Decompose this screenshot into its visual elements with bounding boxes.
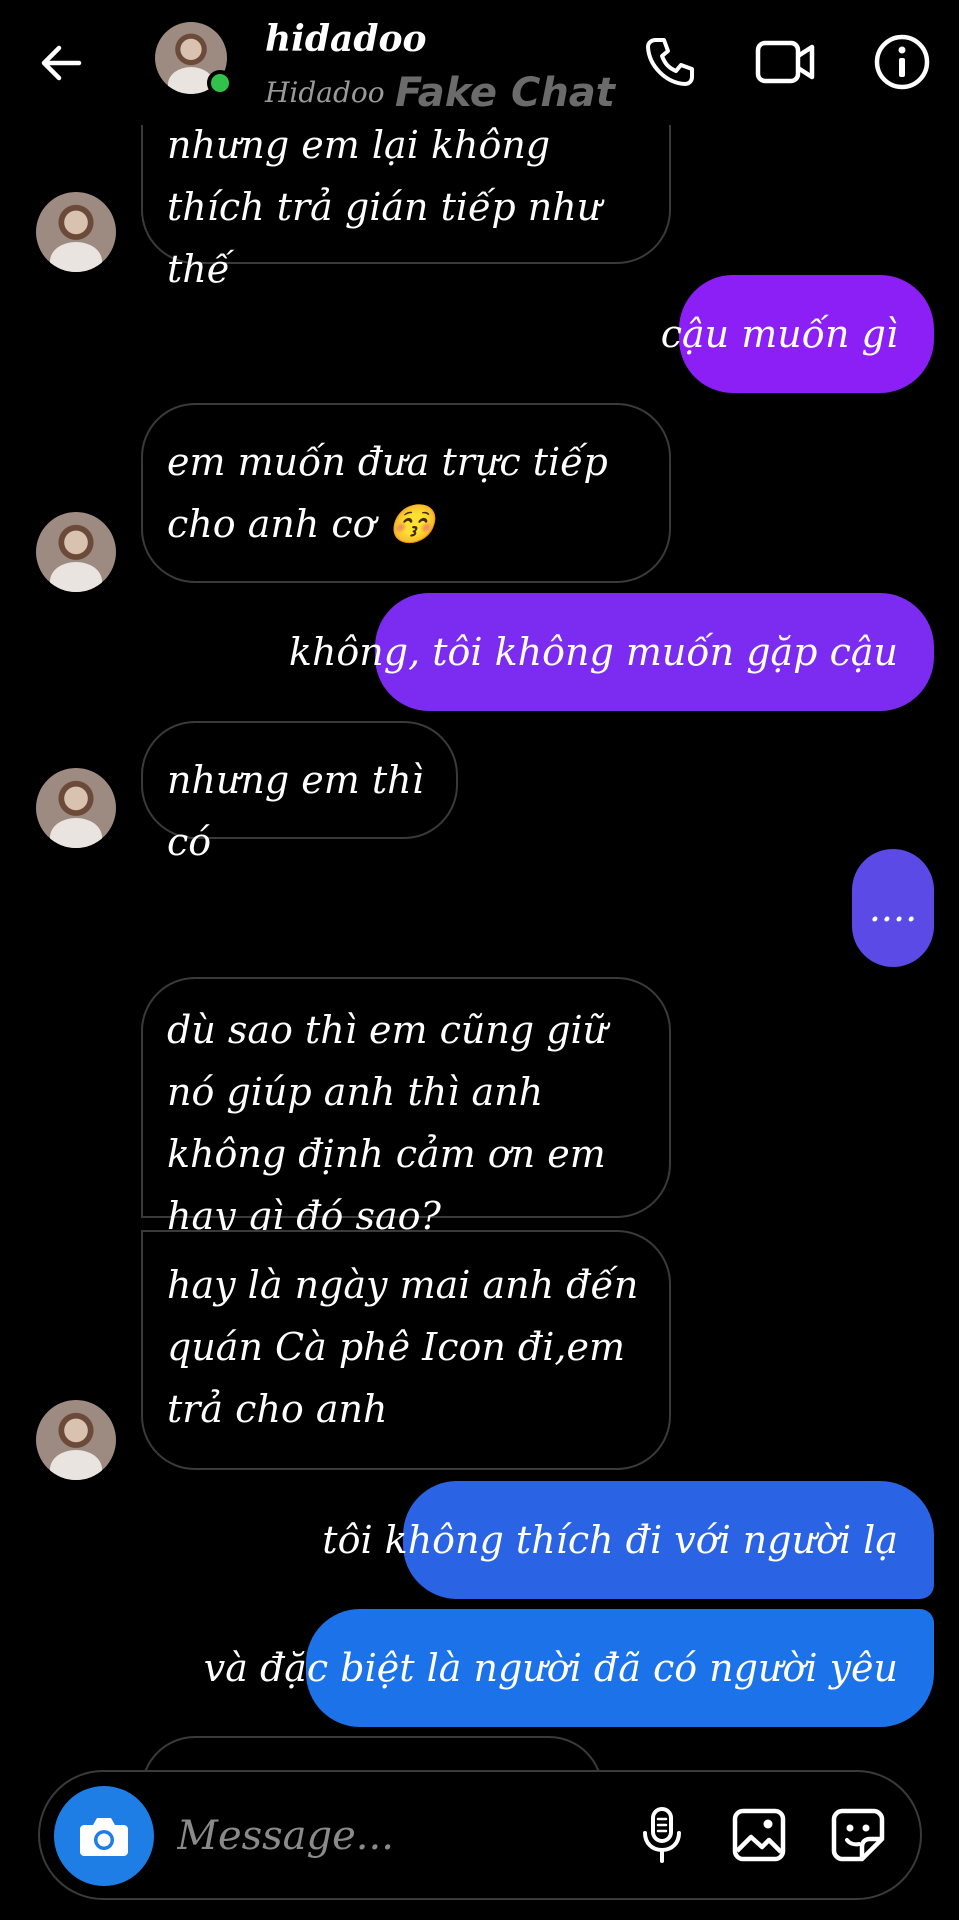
gallery-button[interactable] [723,1799,795,1871]
message-composer [38,1770,922,1900]
sender-avatar[interactable] [36,512,116,592]
outgoing-message[interactable]: và đặc biệt là người đã có người yêu [204,1609,934,1727]
info-button[interactable] [866,26,938,98]
contact-avatar[interactable] [155,22,233,96]
outgoing-message[interactable]: cậu muốn gì [661,275,934,393]
camera-button[interactable] [54,1786,154,1886]
outgoing-message[interactable]: tôi không thích đi với người lạ [322,1481,934,1599]
avatar [36,1400,116,1480]
microphone-icon [643,1807,681,1863]
incoming-message[interactable]: dù sao thì em cũng giữ nó giúp anh thì a… [141,977,671,1238]
video-call-button[interactable] [750,26,822,98]
avatar [36,192,116,272]
online-status-dot [207,70,233,96]
contact-name[interactable]: hidadoo [265,18,427,60]
sticker-button[interactable] [822,1799,894,1871]
info-icon [874,34,930,90]
phone-icon [646,38,694,86]
sender-avatar[interactable] [36,1400,116,1480]
image-icon [732,1808,786,1862]
sender-avatar[interactable] [36,192,116,272]
video-camera-icon [755,40,815,84]
sender-avatar[interactable] [36,768,116,848]
incoming-message[interactable]: hay là ngày mai anh đến quán Cà phê Icon… [141,1230,671,1470]
avatar [36,512,116,592]
avatar [36,768,116,848]
incoming-message[interactable]: em muốn đưa trực tiếp cho anh cơ 😚 [141,403,671,583]
outgoing-message[interactable]: .... [852,849,934,967]
watermark: Fake Chat [395,70,615,116]
voice-message-button[interactable] [626,1799,698,1871]
chat-header: hidadoo Hidadoo Fake Chat [0,0,959,125]
back-arrow-icon [41,45,82,81]
sticker-icon [831,1808,885,1862]
incoming-message[interactable]: nhưng em thì có [141,721,458,864]
outgoing-message[interactable]: không, tôi không muốn gặp cậu [289,593,934,711]
voice-call-button[interactable] [634,26,706,98]
back-button[interactable] [28,30,94,96]
message-input[interactable] [175,1802,509,1870]
camera-icon [80,1818,128,1856]
contact-username: Hidadoo [265,76,385,109]
